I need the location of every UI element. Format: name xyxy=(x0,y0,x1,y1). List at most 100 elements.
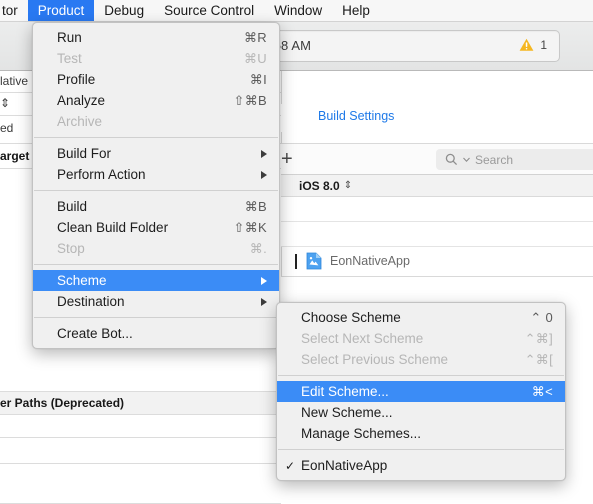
menu-item-analyze[interactable]: Analyze ⇧⌘B xyxy=(33,90,279,111)
menu-item-shortcut: ⇧⌘B xyxy=(233,92,267,108)
scheme-submenu: Choose Scheme ⌃ 0 Select Next Scheme ⌃⌘]… xyxy=(276,302,566,481)
menu-item-label: New Scheme... xyxy=(301,405,393,420)
menu-item-shortcut: ⌘I xyxy=(249,71,267,87)
menu-item-select-next-scheme: Select Next Scheme ⌃⌘] xyxy=(277,328,565,349)
submenu-arrow-icon xyxy=(261,149,267,158)
submenu-arrow-icon xyxy=(261,170,267,179)
build-settings-section-header[interactable]: er Paths (Deprecated) xyxy=(0,391,281,415)
target-row[interactable]: EonNativeApp xyxy=(281,247,593,275)
menu-item-eonnativeapp[interactable]: ✓ EonNativeApp xyxy=(277,455,565,476)
submenu-arrow-icon xyxy=(261,276,267,285)
menu-item-label: Scheme xyxy=(57,273,107,288)
menu-item-perform-action[interactable]: Perform Action xyxy=(33,164,279,185)
menu-item-clean-build-folder[interactable]: Clean Build Folder ⇧⌘K xyxy=(33,217,279,238)
menubar-item-label: Help xyxy=(342,3,370,18)
app-document-icon xyxy=(306,252,322,270)
menu-item-shortcut: ⇧⌘K xyxy=(233,219,267,235)
combo-glyph-sliver[interactable]: ⇕ xyxy=(0,96,10,110)
menu-item-shortcut: ⌘R xyxy=(244,29,267,45)
menubar-item-help[interactable]: Help xyxy=(332,0,380,21)
menu-separator xyxy=(34,137,278,138)
menubar-item-debug[interactable]: Debug xyxy=(94,0,154,21)
menu-item-shortcut: ⌘B xyxy=(244,198,267,214)
menu-item-run[interactable]: Run ⌘R xyxy=(33,27,279,48)
menu-item-label: Test xyxy=(57,51,82,66)
menu-item-profile[interactable]: Profile ⌘I xyxy=(33,69,279,90)
menubar-item-label: Debug xyxy=(104,3,145,18)
menu-item-shortcut: ⌃⌘[ xyxy=(524,351,553,367)
menu-item-label: Build xyxy=(57,199,88,214)
menu-item-new-scheme[interactable]: New Scheme... xyxy=(277,402,565,423)
ios-deployment-row[interactable]: iOS 8.0 ⇕ xyxy=(281,175,593,197)
menubar-item-label: Product xyxy=(37,3,85,18)
menu-item-edit-scheme[interactable]: Edit Scheme... ⌘< xyxy=(277,381,565,402)
tab-build-settings[interactable]: Build Settings xyxy=(318,109,394,123)
menu-item-label: Select Next Scheme xyxy=(301,331,424,346)
search-placeholder: Search xyxy=(475,152,514,167)
settings-blank-rows xyxy=(281,197,593,247)
menubar-item-editor[interactable]: tor xyxy=(0,0,28,21)
warning-triangle-icon xyxy=(519,38,534,51)
divider xyxy=(0,437,281,438)
menu-separator xyxy=(278,375,564,376)
search-input[interactable]: Search xyxy=(436,149,593,170)
section-header-label: er Paths (Deprecated) xyxy=(0,396,125,410)
warning-indicator[interactable]: 1 xyxy=(519,38,547,52)
menu-item-manage-schemes[interactable]: Manage Schemes... xyxy=(277,423,565,444)
submenu-arrow-icon xyxy=(261,297,267,306)
editor-tabbar: Build Settings xyxy=(281,104,593,132)
menu-item-shortcut: ⌘. xyxy=(249,240,267,256)
menu-item-build[interactable]: Build ⌘B xyxy=(33,196,279,217)
menu-item-label: Run xyxy=(57,30,82,45)
menu-item-scheme[interactable]: Scheme xyxy=(33,270,279,291)
checkmark-icon: ✓ xyxy=(285,458,296,473)
menu-item-destination[interactable]: Destination xyxy=(33,291,279,312)
menu-separator xyxy=(278,449,564,450)
menu-item-label: Destination xyxy=(57,294,125,309)
menubar-item-label: Window xyxy=(274,3,323,18)
menu-separator xyxy=(34,317,278,318)
menubar-item-source-control[interactable]: Source Control xyxy=(154,0,264,21)
menu-item-label: Build For xyxy=(57,146,112,161)
menu-item-create-bot[interactable]: Create Bot... xyxy=(33,323,279,344)
product-menu: Run ⌘R Test ⌘U Profile ⌘I Analyze ⇧⌘B Ar… xyxy=(32,22,280,349)
target-word-sliver: arget xyxy=(0,149,30,163)
row-text-sliver: ed xyxy=(0,121,14,135)
menu-item-shortcut: ⌘< xyxy=(531,383,553,399)
menu-item-label: Choose Scheme xyxy=(301,310,401,325)
menu-item-archive: Archive xyxy=(33,111,279,132)
build-settings-filterbar: + Search xyxy=(281,144,593,175)
menu-item-shortcut: ⌃ 0 xyxy=(530,309,553,325)
menu-item-shortcut: ⌘U xyxy=(244,50,267,66)
menu-item-test: Test ⌘U xyxy=(33,48,279,69)
ios-version-label: iOS 8.0 xyxy=(299,178,340,193)
menubar-item-window[interactable]: Window xyxy=(264,0,332,21)
menu-item-build-for[interactable]: Build For xyxy=(33,143,279,164)
menu-item-label: Select Previous Scheme xyxy=(301,352,449,367)
menu-item-select-previous-scheme: Select Previous Scheme ⌃⌘[ xyxy=(277,349,565,370)
menu-item-label: Analyze xyxy=(57,93,106,108)
search-icon xyxy=(445,153,458,166)
divider xyxy=(0,463,281,464)
menu-bar: tor Product Debug Source Control Window … xyxy=(0,0,593,22)
menu-separator xyxy=(34,190,278,191)
activity-status-capsule[interactable]: :58 AM 1 xyxy=(255,30,560,62)
project-name-sliver: lative xyxy=(0,74,29,88)
divider xyxy=(281,221,593,222)
menu-item-label: Manage Schemes... xyxy=(301,426,422,441)
menu-item-label: Profile xyxy=(57,72,96,87)
menu-item-label: Perform Action xyxy=(57,167,146,182)
warning-count-label: 1 xyxy=(540,38,547,52)
menu-item-label: Edit Scheme... xyxy=(301,384,389,399)
screen-root: :58 AM 1 lative ⇕ ed arget er Paths (Dep… xyxy=(0,0,593,504)
add-setting-button[interactable]: + xyxy=(281,148,293,170)
menu-item-label: Archive xyxy=(57,114,103,129)
chevron-down-icon xyxy=(463,157,470,162)
menu-item-label: EonNativeApp xyxy=(301,458,388,473)
menu-item-choose-scheme[interactable]: Choose Scheme ⌃ 0 xyxy=(277,307,565,328)
menu-separator xyxy=(34,264,278,265)
menubar-item-product[interactable]: Product xyxy=(27,0,95,21)
menu-item-stop: Stop ⌘. xyxy=(33,238,279,259)
stepper-icon[interactable]: ⇕ xyxy=(344,180,352,191)
menu-item-label: Create Bot... xyxy=(57,326,133,341)
